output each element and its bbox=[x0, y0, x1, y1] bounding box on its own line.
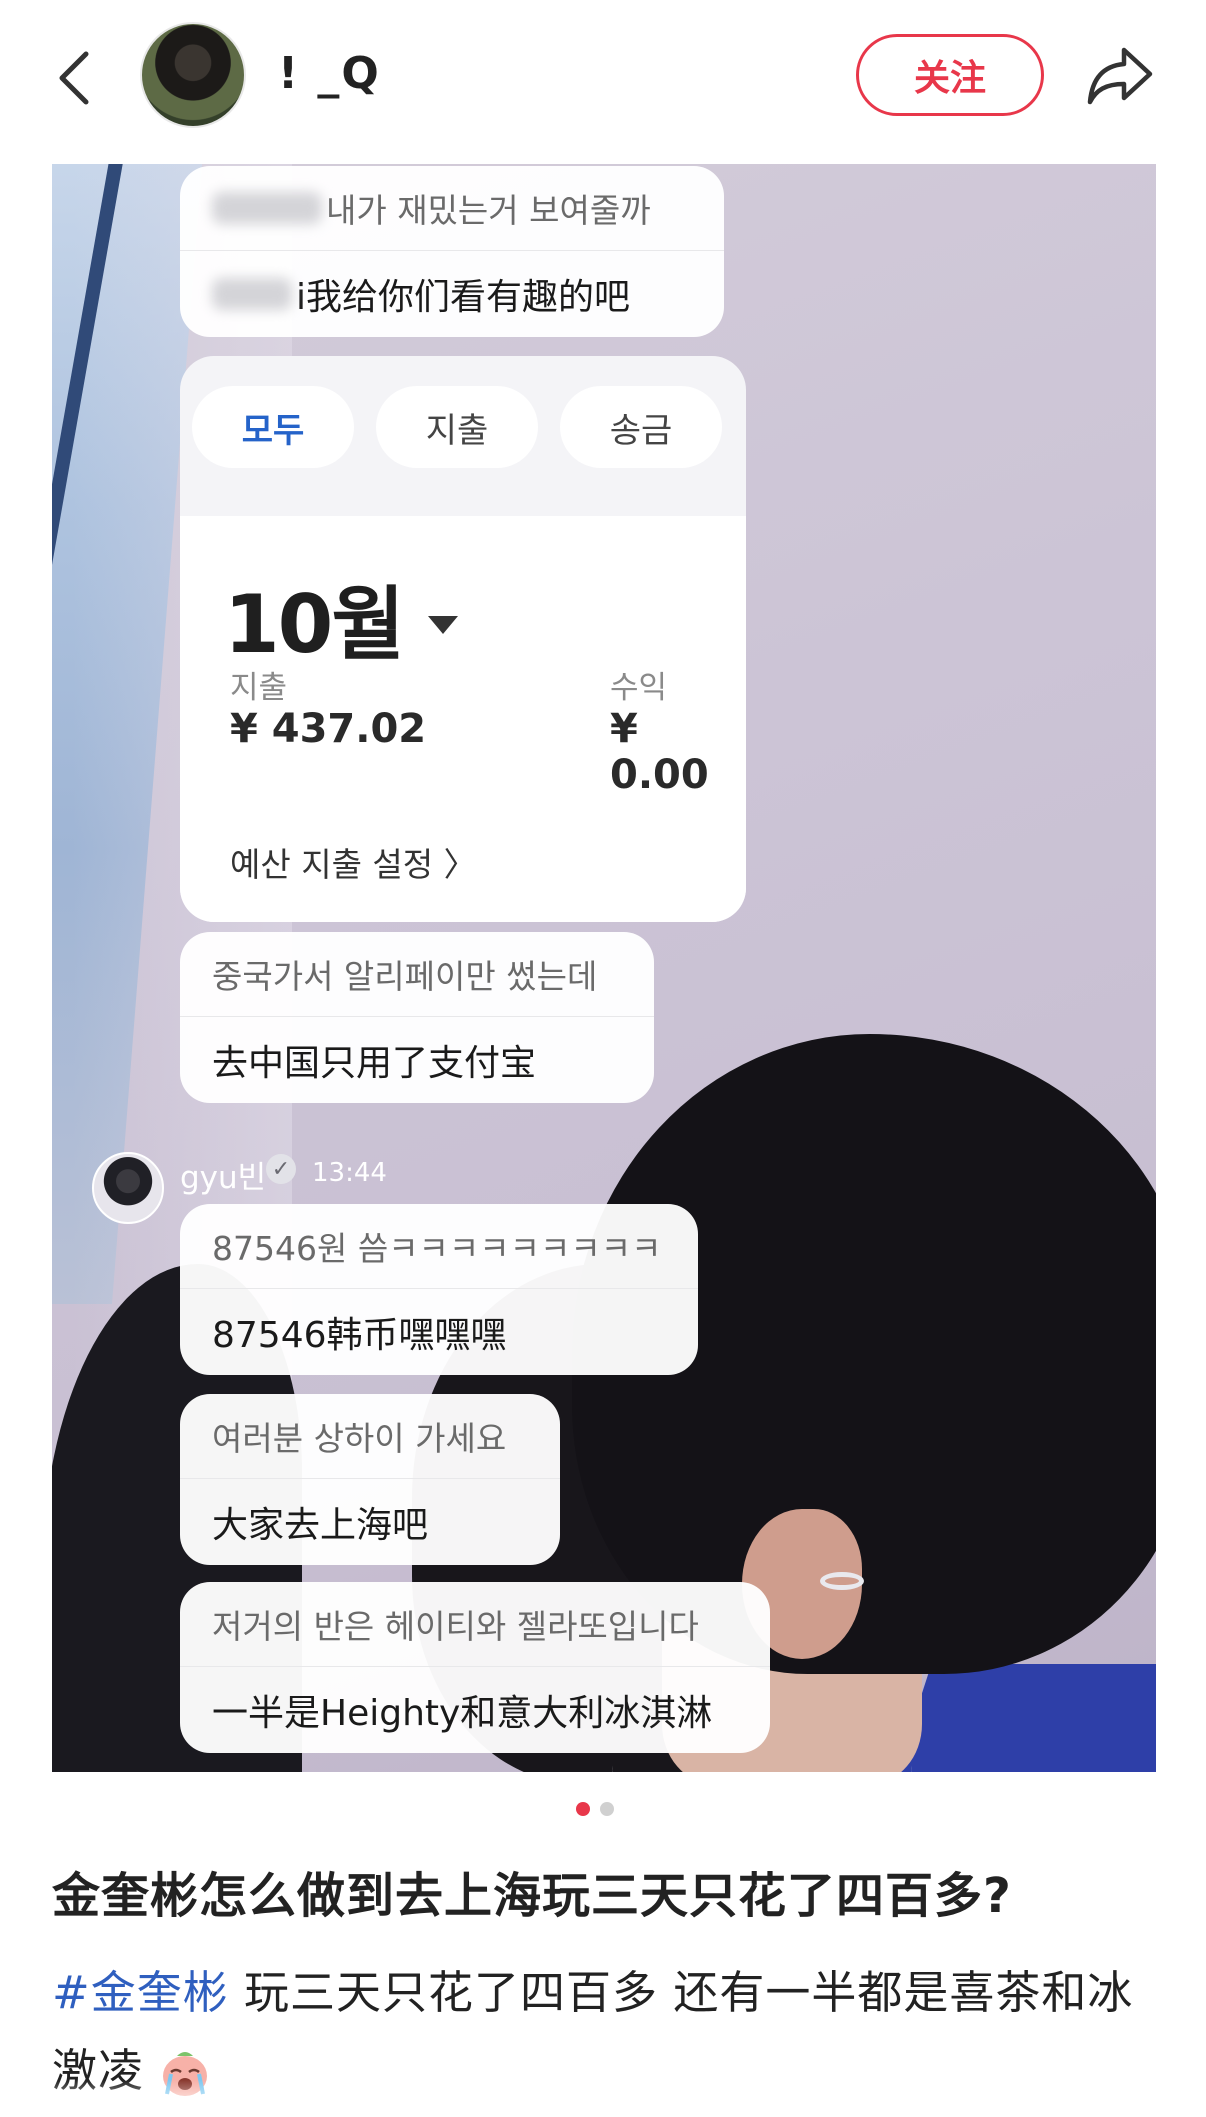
bubble-chinese-text-content: i我给你们看有趣的吧 bbox=[296, 277, 631, 318]
bubble-korean-text-content: 내가 재밌는거 보여줄까 bbox=[326, 191, 651, 230]
caret-down-icon[interactable] bbox=[428, 616, 458, 634]
chat-bubble-4: 여러분 상하이 가세요 大家去上海吧 bbox=[180, 1394, 560, 1565]
post-title: 金奎彬怎么做到去上海玩三天只花了四百多? bbox=[52, 1868, 1012, 1924]
sender-name: gyu빈 bbox=[180, 1160, 267, 1196]
month-label[interactable]: 10월 bbox=[224, 560, 405, 676]
bubble-korean-text: 87546원 씀ㅋㅋㅋㅋㅋㅋㅋㅋㅋ bbox=[180, 1204, 698, 1289]
income-label: 수익 bbox=[610, 670, 668, 706]
chat-bubble-3: 87546원 씀ㅋㅋㅋㅋㅋㅋㅋㅋㅋ 87546韩币嘿嘿嘿 bbox=[180, 1204, 698, 1375]
verified-badge-icon: ✓ bbox=[266, 1154, 296, 1184]
bubble-chinese-text: 87546韩币嘿嘿嘿 bbox=[212, 1315, 507, 1356]
back-chevron-icon[interactable] bbox=[50, 48, 100, 108]
author-avatar[interactable] bbox=[140, 22, 246, 128]
payment-history-card: 모두 지출 송금 10월 지출 ¥ 437.02 수익 ¥ 0.00 예산 지출… bbox=[180, 356, 746, 922]
filter-tabs: 모두 지출 송금 bbox=[192, 386, 722, 468]
bubble-chinese-text: 大家去上海吧 bbox=[212, 1505, 429, 1546]
bubble-korean-text: 중국가서 알리페이만 썼는데 bbox=[180, 932, 654, 1017]
blurred-name bbox=[212, 278, 292, 310]
earring bbox=[820, 1572, 864, 1590]
follow-button[interactable]: 关注 bbox=[856, 34, 1044, 116]
expense-label: 지출 bbox=[230, 670, 288, 706]
bubble-chinese-text: i我给你们看有趣的吧 bbox=[180, 251, 724, 337]
chat-bubble-2: 중국가서 알리페이만 썼는데 去中国只用了支付宝 bbox=[180, 932, 654, 1103]
image-pagination bbox=[576, 1802, 614, 1816]
month-summary: 10월 지출 ¥ 437.02 수익 ¥ 0.00 예산 지출 설정 〉 bbox=[180, 516, 746, 922]
sender-avatar[interactable] bbox=[92, 1152, 164, 1224]
income-amount: ¥ 0.00 bbox=[610, 706, 709, 798]
page-dot-2[interactable] bbox=[600, 1802, 614, 1816]
chat-bubble-1: 내가 재밌는거 보여줄까 i我给你们看有趣的吧 bbox=[180, 166, 724, 337]
bubble-korean-text: 저거의 반은 헤이티와 젤라또입니다 bbox=[180, 1582, 770, 1667]
blue-collar bbox=[892, 1664, 1156, 1772]
blurred-name bbox=[212, 192, 322, 224]
author-nickname[interactable]: ! _Q bbox=[278, 48, 381, 99]
page-dot-1[interactable] bbox=[576, 1802, 590, 1816]
expense-amount: ¥ 437.02 bbox=[230, 706, 427, 752]
bottom-fade bbox=[0, 2080, 1206, 2117]
tab-all[interactable]: 모두 bbox=[192, 386, 354, 468]
bubble-chinese-text: 一半是Heighty和意大利冰淇淋 bbox=[212, 1693, 713, 1734]
message-time: 13:44 bbox=[312, 1158, 387, 1188]
chat-bubble-5: 저거의 반은 헤이티와 젤라또입니다 一半是Heighty和意大利冰淇淋 bbox=[180, 1582, 770, 1753]
hashtag-link[interactable]: #金奎彬 bbox=[52, 1966, 229, 2019]
bubble-korean-text: 내가 재밌는거 보여줄까 bbox=[180, 166, 724, 251]
budget-setting-link[interactable]: 예산 지출 설정 〉 bbox=[230, 838, 477, 886]
tab-transfer[interactable]: 송금 bbox=[560, 386, 722, 468]
bubble-chinese-text: 去中国只用了支付宝 bbox=[212, 1043, 537, 1084]
share-icon[interactable] bbox=[1084, 42, 1156, 108]
tab-expense[interactable]: 지출 bbox=[376, 386, 538, 468]
top-bar: ! _Q 关注 bbox=[0, 0, 1206, 160]
bubble-korean-text: 여러분 상하이 가세요 bbox=[180, 1394, 560, 1479]
